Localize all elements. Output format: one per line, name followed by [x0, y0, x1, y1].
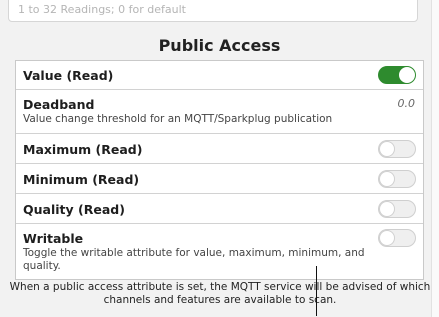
row-writable: Writable Toggle the writable attribute f…: [16, 224, 423, 279]
row-deadband: Deadband 0.0 Value change threshold for …: [16, 90, 423, 134]
row-minimum-read: Minimum (Read): [16, 164, 423, 194]
readings-input[interactable]: 1 to 32 Readings; 0 for default: [8, 0, 418, 22]
row-title: Value (Read): [23, 68, 114, 83]
toggle-knob: [379, 201, 395, 217]
row-maximum-read: Maximum (Read): [16, 134, 423, 164]
maximum-read-toggle[interactable]: [378, 140, 416, 158]
row-title: Minimum (Read): [23, 172, 140, 187]
footer-note: When a public access attribute is set, t…: [9, 281, 431, 306]
toggle-knob: [379, 141, 395, 157]
toggle-knob: [379, 171, 395, 187]
writable-toggle[interactable]: [378, 229, 416, 247]
public-access-list: Value (Read) Deadband 0.0 Value change t…: [15, 60, 424, 280]
value-read-toggle[interactable]: [378, 66, 416, 84]
deadband-value[interactable]: 0.0: [398, 97, 416, 110]
minimum-read-toggle[interactable]: [378, 170, 416, 188]
toggle-knob: [379, 230, 395, 246]
row-title: Quality (Read): [23, 202, 125, 217]
toggle-knob: [399, 67, 415, 83]
row-title: Deadband: [23, 97, 95, 112]
row-description: Toggle the writable attribute for value,…: [23, 247, 365, 272]
section-title: Public Access: [158, 36, 281, 55]
row-title: Maximum (Read): [23, 142, 143, 157]
text-cursor: [316, 266, 317, 316]
row-description: Value change threshold for an MQTT/Spark…: [23, 113, 333, 125]
row-title: Writable: [23, 231, 84, 246]
readings-hint: 1 to 32 Readings; 0 for default: [18, 3, 186, 16]
quality-read-toggle[interactable]: [378, 200, 416, 218]
row-value-read: Value (Read): [16, 61, 423, 90]
row-quality-read: Quality (Read): [16, 194, 423, 224]
